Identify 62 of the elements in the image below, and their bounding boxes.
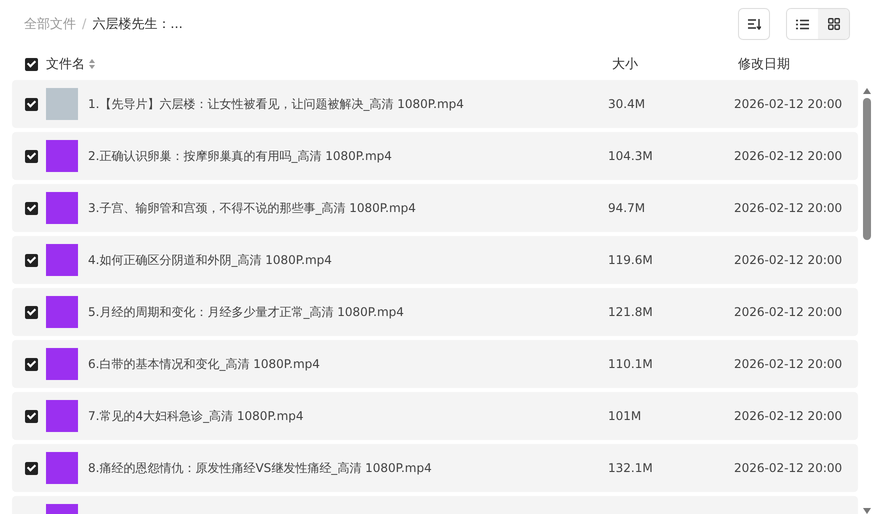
row-checkbox[interactable] (25, 202, 38, 214)
file-name: 7.常见的4大妇科急诊_高清 1080P.mp4 (88, 408, 304, 422)
grid-view-button[interactable] (818, 9, 849, 39)
sort-button[interactable] (738, 8, 770, 40)
file-row[interactable]: 2.正确认识卵巢：按摩卵巢真的有用吗_高清 1080P.mp4 104.3M 2026-02-12 20:00 (12, 132, 858, 180)
file-row[interactable]: 8.痛经的恩怨情仇：原发性痛经VS继发性痛经_高清 1080P.mp4 132.1M 2026-02-12 20:00 (12, 444, 858, 492)
video-thumbnail (46, 140, 78, 172)
file-row[interactable]: 7.常见的4大妇科急诊_高清 1080P.mp4 101M 2026-02-12 20:00 (12, 392, 858, 440)
row-checkbox[interactable] (25, 410, 38, 422)
breadcrumb-separator: / (82, 16, 86, 32)
file-name: 4.如何正确区分阴道和外阴_高清 1080P.mp4 (88, 252, 332, 266)
column-header[interactable]: 文件名 (46, 55, 85, 73)
modified-date: 2026-02-12 20:00 (734, 149, 842, 163)
file-size: 121.8M (608, 305, 653, 319)
file-size: 110.1M (608, 357, 653, 371)
video-thumbnail (46, 192, 78, 224)
modified-date: 2026-02-12 20:00 (734, 409, 842, 423)
file-name: 5.月经的周期和变化：月经多少量才正常_高清 1080P.mp4 (88, 304, 404, 318)
column-header: 大小 (612, 56, 639, 73)
modified-date: 2026-02-12 20:00 (734, 253, 842, 267)
grid-icon (828, 18, 840, 30)
video-thumbnail (46, 348, 78, 380)
file-size: 104.3M (608, 149, 653, 163)
file-row[interactable]: 1.【先导片】六层楼：让女性被看见，让问题被解决_高清 1080P.mp4 30.4M 2026-02-12 20:00 (12, 80, 858, 128)
video-thumbnail (46, 296, 78, 328)
breadcrumb-item: 六层楼先生：... (92, 16, 183, 33)
file-name: 2.正确认识卵巢：按摩卵巢真的有用吗_高清 1080P.mp4 (88, 148, 392, 162)
modified-date: 2026-02-12 20:00 (734, 357, 842, 371)
file-name: 8.痛经的恩怨情仇：原发性痛经VS继发性痛经_高清 1080P.mp4 (88, 460, 432, 474)
modified-date: 2026-02-12 20:00 (734, 461, 842, 475)
file-name: 3.子宫、输卵管和宫颈，不得不说的那些事_高清 1080P.mp4 (88, 200, 416, 214)
modified-date: 2026-02-12 20:00 (734, 97, 842, 111)
file-size: 119.6M (608, 253, 653, 267)
file-size: 30.4M (608, 97, 646, 111)
file-row[interactable]: 5.月经的周期和变化：月经多少量才正常_高清 1080P.mp4 121.8M 2026-02-12 20:00 (12, 288, 858, 336)
sort-icon[interactable] (89, 59, 95, 69)
file-name: 6.白带的基本情况和变化_高清 1080P.mp4 (88, 356, 320, 370)
row-checkbox[interactable] (25, 98, 38, 110)
file-row[interactable]: 3.子宫、输卵管和宫颈，不得不说的那些事_高清 1080P.mp4 94.7M 2026-02-12 20:00 (12, 184, 858, 232)
video-thumbnail (46, 452, 78, 484)
modified-date: 2026-02-12 20:00 (734, 201, 842, 215)
file-name: 1.【先导片】六层楼：让女性被看见，让问题被解决_高清 1080P.mp4 (88, 96, 464, 110)
scroll-down-arrow-icon[interactable] (863, 508, 871, 514)
video-thumbnail (46, 88, 78, 120)
file-size: 132.1M (608, 461, 653, 475)
row-checkbox[interactable] (25, 254, 38, 266)
row-checkbox[interactable] (25, 358, 38, 370)
file-row[interactable]: 4.如何正确区分阴道和外阴_高清 1080P.mp4 119.6M 2026-02-12 20:00 (12, 236, 858, 284)
sort-icon (747, 18, 761, 30)
file-row[interactable]: 6.白带的基本情况和变化_高清 1080P.mp4 110.1M 2026-02-12 20:00 (12, 340, 858, 388)
file-size: 94.7M (608, 201, 646, 215)
video-thumbnail (46, 244, 78, 276)
column-header: 修改日期 (738, 56, 791, 73)
video-thumbnail (46, 400, 78, 432)
modified-date: 2026-02-12 20:00 (734, 305, 842, 319)
row-checkbox[interactable] (25, 462, 38, 474)
row-checkbox[interactable] (25, 306, 38, 318)
list-icon (796, 18, 809, 30)
select-all-checkbox[interactable] (25, 58, 38, 70)
file-size: 101M (608, 409, 642, 423)
scroll-up-arrow-icon[interactable] (863, 88, 871, 94)
row-checkbox[interactable] (25, 150, 38, 162)
